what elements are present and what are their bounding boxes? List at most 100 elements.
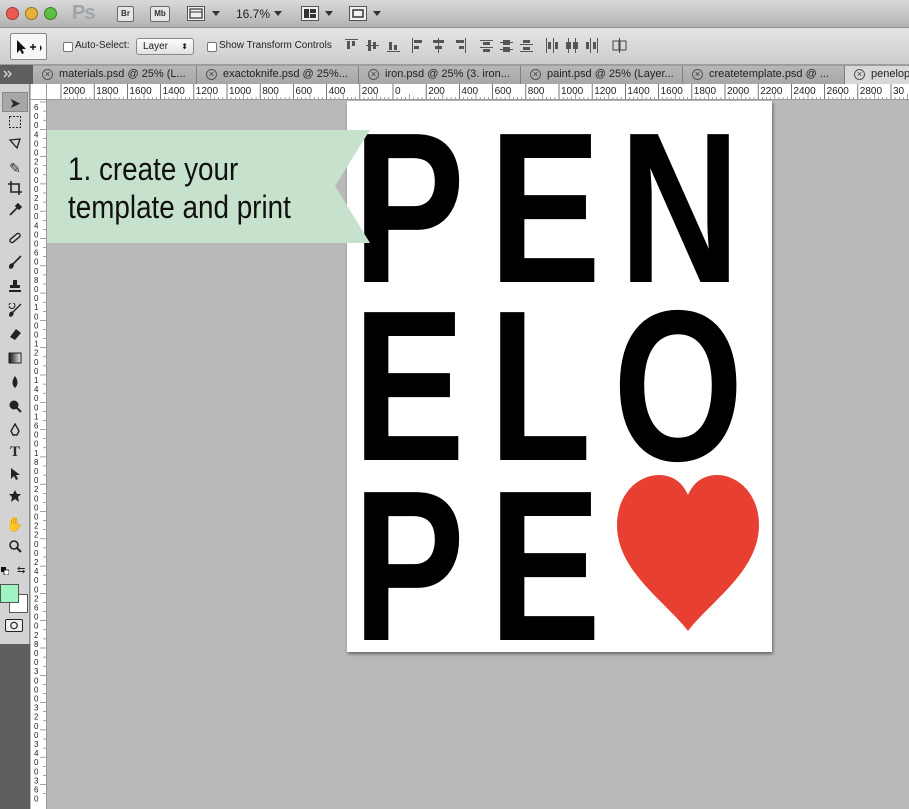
distribute-right-icon[interactable] xyxy=(584,38,598,53)
vertical-ruler[interactable]: 6004002000200400600800100012001400160018… xyxy=(31,100,47,809)
ruler-label: 3 xyxy=(34,667,39,676)
gradient-tool-icon[interactable] xyxy=(2,350,28,370)
show-transform-checkbox[interactable] xyxy=(207,42,217,52)
align-left-icon[interactable] xyxy=(411,38,425,53)
hand-tool-icon[interactable]: ✋ xyxy=(2,514,28,534)
close-window-button[interactable] xyxy=(6,7,19,20)
swap-colors-icon[interactable]: ⇆ xyxy=(17,565,25,576)
mini-bridge-button[interactable]: Mb xyxy=(150,6,170,22)
arrange-dropdown-icon[interactable] xyxy=(325,11,333,16)
ruler-label: 2 xyxy=(34,631,39,640)
ruler-label: 0 xyxy=(34,722,39,731)
ruler-label: 2800 xyxy=(860,86,883,97)
ruler-label: 0 xyxy=(34,613,39,622)
ruler-label: 0 xyxy=(34,240,39,249)
distribute-bottom-icon[interactable] xyxy=(520,38,534,53)
distribute-top-icon[interactable] xyxy=(480,38,494,53)
zoom-window-button[interactable] xyxy=(44,7,57,20)
default-colors-icon[interactable] xyxy=(1,566,10,576)
tab-paint[interactable]: × paint.psd @ 25% (Layer... xyxy=(521,66,683,84)
ruler-label: 2 xyxy=(34,558,39,567)
auto-select-label: Auto-Select: xyxy=(75,40,130,51)
ruler-label: 0 xyxy=(34,112,39,121)
document-tabs: × materials.psd @ 25% (L... × exactoknife.… xyxy=(33,65,909,84)
tab-penelope[interactable]: × penelop xyxy=(845,66,909,84)
minimize-window-button[interactable] xyxy=(25,7,38,20)
ruler-label: 2 xyxy=(34,594,39,603)
view-extras-icon[interactable] xyxy=(187,6,205,21)
ruler-origin[interactable] xyxy=(31,84,47,100)
ruler-label: 2 xyxy=(34,349,39,358)
healing-brush-tool-icon[interactable] xyxy=(2,230,28,250)
ruler-label: 2600 xyxy=(827,86,850,97)
tab-exactoknife[interactable]: × exactoknife.psd @ 25%... xyxy=(197,66,359,84)
document-page[interactable]: P E N E L O P E xyxy=(347,100,772,673)
close-tab-icon[interactable]: × xyxy=(368,69,379,80)
path-selection-tool-icon[interactable] xyxy=(2,466,28,486)
foreground-color-swatch[interactable] xyxy=(0,584,19,603)
crop-tool-icon[interactable] xyxy=(2,180,28,200)
close-tab-icon[interactable]: × xyxy=(854,69,865,80)
move-tool-icon[interactable]: ➤ xyxy=(2,92,28,112)
ruler-label: 0 xyxy=(34,576,39,585)
custom-shape-tool-icon[interactable] xyxy=(2,488,28,508)
ruler-label: 0 xyxy=(34,176,39,185)
tab-materials[interactable]: × materials.psd @ 25% (L... xyxy=(33,66,197,84)
close-tab-icon[interactable]: × xyxy=(692,69,703,80)
view-extras-dropdown-icon[interactable] xyxy=(212,11,220,16)
tab-iron[interactable]: × iron.psd @ 25% (3. iron... xyxy=(359,66,521,84)
lasso-tool-icon[interactable] xyxy=(2,136,28,156)
title-bar: Ps Br Mb 16.7% xyxy=(0,0,909,28)
quick-mask-icon[interactable] xyxy=(5,619,23,632)
align-hcenter-icon[interactable] xyxy=(432,38,446,53)
ruler-label: 1 xyxy=(34,449,39,458)
horizontal-ruler[interactable]: 2000 1800 1600 1400 1200 1000 800 600 400 200 0 200… xyxy=(47,84,909,100)
history-brush-tool-icon[interactable] xyxy=(2,302,28,322)
zoom-dropdown-icon[interactable] xyxy=(274,11,282,16)
tab-createtemplate[interactable]: × createtemplate.psd @ ... xyxy=(683,66,845,84)
auto-align-layers-icon[interactable] xyxy=(612,38,627,53)
close-tab-icon[interactable]: × xyxy=(42,69,53,80)
quick-selection-tool-icon[interactable]: ✎ xyxy=(2,158,28,178)
ruler-label: 4 xyxy=(34,385,39,394)
ruler-label: 0 xyxy=(34,258,39,267)
ruler-label: 4 xyxy=(34,221,39,230)
tab-label: penelop xyxy=(871,68,909,80)
eyedropper-tool-icon[interactable] xyxy=(2,202,28,222)
arrange-documents-icon[interactable] xyxy=(301,6,319,21)
screen-mode-icon[interactable] xyxy=(349,6,367,21)
zoom-tool-icon[interactable] xyxy=(2,538,28,558)
align-vcenter-icon[interactable] xyxy=(366,38,380,53)
distribute-hcenter-icon[interactable] xyxy=(564,38,578,53)
heart-icon xyxy=(617,475,759,631)
ruler-label: 0 xyxy=(34,403,39,412)
dodge-tool-icon[interactable] xyxy=(2,398,28,418)
pen-tool-icon[interactable] xyxy=(2,422,28,442)
instruction-banner: 1. create your template and print xyxy=(47,130,370,243)
ruler-label: 2400 xyxy=(793,86,816,97)
close-tab-icon[interactable]: × xyxy=(530,69,541,80)
eraser-tool-icon[interactable] xyxy=(2,326,28,346)
distribute-vcenter-icon[interactable] xyxy=(500,38,514,53)
align-right-icon[interactable] xyxy=(453,38,467,53)
ruler-label: 0 xyxy=(34,312,39,321)
bridge-button[interactable]: Br xyxy=(117,6,134,22)
auto-select-dropdown[interactable]: Layer ⬍ xyxy=(136,38,194,55)
close-tab-icon[interactable]: × xyxy=(206,69,217,80)
clone-stamp-tool-icon[interactable] xyxy=(2,278,28,298)
screen-mode-dropdown-icon[interactable] xyxy=(373,11,381,16)
toolbox-header[interactable] xyxy=(0,65,33,84)
type-tool-icon[interactable]: T xyxy=(2,444,28,464)
tab-label: exactoknife.psd @ 25%... xyxy=(223,68,348,80)
ruler-label: 0 xyxy=(34,203,39,212)
zoom-level[interactable]: 16.7% xyxy=(236,7,270,21)
ruler-label: 0 xyxy=(34,331,39,340)
align-bottom-icon[interactable] xyxy=(387,38,401,53)
marquee-tool-icon[interactable] xyxy=(2,114,28,134)
align-top-icon[interactable] xyxy=(345,38,359,53)
distribute-left-icon[interactable] xyxy=(544,38,558,53)
tool-preset-picker[interactable] xyxy=(10,33,47,60)
brush-tool-icon[interactable] xyxy=(2,254,28,274)
auto-select-checkbox[interactable] xyxy=(63,42,73,52)
blur-tool-icon[interactable] xyxy=(2,374,28,394)
